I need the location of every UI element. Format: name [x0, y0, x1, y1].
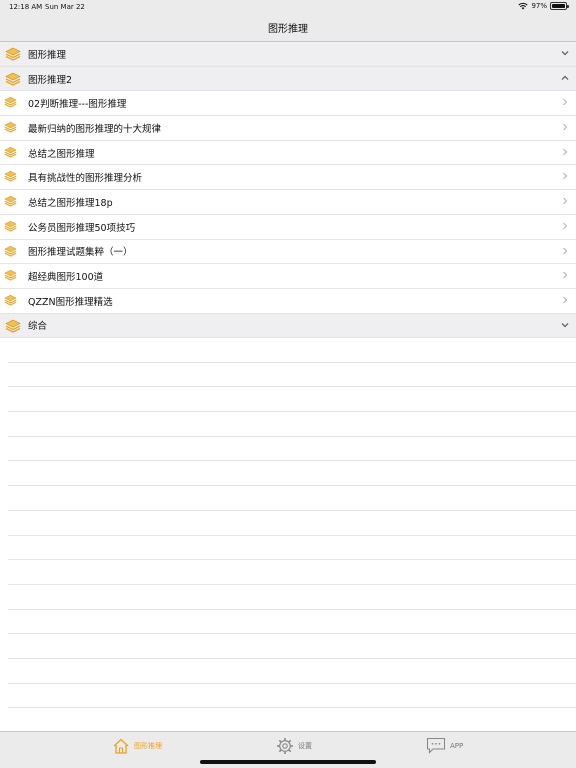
list-item[interactable]: 02判断推理---图形推理 [0, 91, 576, 117]
book-stack-icon [5, 72, 21, 86]
list-item[interactable]: 总结之图形推理18p [0, 190, 576, 215]
list-item-label: 总结之图形推理18p [28, 197, 113, 209]
tab-app[interactable]: APP [426, 737, 463, 754]
book-stack-icon [4, 270, 17, 281]
tab-graphic-reasoning[interactable]: 图形推理 [112, 737, 162, 755]
status-bar: 12:18 AM Sun Mar 22 97% [0, 0, 576, 14]
list-item-label: 超经典图形100道 [28, 272, 104, 284]
book-stack-icon [4, 171, 17, 183]
list-item[interactable]: QZZN图形推理精选 [0, 288, 576, 314]
book-stack-icon [4, 97, 17, 108]
book-stack-icon [4, 146, 17, 158]
tab-label: APP [450, 741, 464, 750]
home-indicator[interactable] [200, 760, 376, 764]
status-date: Sun Mar 22 [45, 3, 85, 11]
list-item[interactable]: 图形推理试题集粹（一） [0, 239, 576, 265]
book-stack-icon [4, 220, 17, 232]
status-right: 97% [518, 2, 569, 10]
section-header-graphic-reasoning[interactable]: 图形推理 [0, 42, 576, 67]
chevron-right-icon [563, 173, 568, 180]
chevron-right-icon [563, 296, 568, 304]
section-label: 图形推理2 [28, 74, 73, 86]
tab-label: 设置 [298, 742, 312, 750]
list-item[interactable]: 公务员图形推理50项技巧 [0, 214, 576, 240]
separator [8, 412, 576, 437]
list-item-label: 02判断推理---图形推理 [28, 99, 127, 111]
chevron-right-icon [563, 148, 568, 156]
book-stack-icon [4, 122, 17, 133]
book-stack-icon [4, 245, 17, 257]
separator [8, 338, 576, 363]
chevron-right-icon [563, 222, 568, 230]
chevron-right-icon [563, 247, 568, 254]
list-item-label: 总结之图形推理 [28, 148, 95, 160]
home-icon [113, 738, 129, 754]
chevron-right-icon [563, 123, 568, 131]
list-item-label: QZZN图形推理精选 [28, 296, 113, 308]
list-item[interactable]: 最新归纳的图形推理的十大规律 [0, 116, 576, 141]
book-stack-icon [4, 294, 17, 306]
list-item[interactable]: 具有挑战性的图形推理分析 [0, 165, 576, 191]
separator [8, 363, 576, 388]
list-item-label: 具有挑战性的图形推理分析 [28, 173, 143, 185]
gear-icon [277, 738, 293, 754]
section-header-comprehensive[interactable]: 综合 [0, 313, 576, 339]
list-item-label: 公务员图形推理50项技巧 [28, 222, 136, 234]
separator [8, 585, 576, 610]
separator [8, 610, 576, 635]
chevron-down-icon [561, 322, 569, 327]
chevron-right-icon [563, 271, 568, 279]
nav-bar: 图形推理 [0, 14, 576, 42]
list-item[interactable]: 总结之图形推理 [0, 140, 576, 166]
section-label: 综合 [28, 321, 48, 333]
section-label: 图形推理 [28, 49, 67, 61]
battery-icon [550, 2, 569, 10]
book-stack-icon [5, 47, 21, 61]
wifi-icon [518, 2, 529, 10]
page-title: 图形推理 [268, 24, 308, 35]
separator [8, 560, 576, 585]
separator [8, 536, 576, 561]
chevron-down-icon [561, 51, 569, 56]
status-time: 12:18 AM [9, 3, 43, 11]
list-item-label: 最新归纳的图形推理的十大规律 [28, 123, 162, 135]
separator [8, 486, 576, 511]
chevron-right-icon [563, 197, 568, 205]
book-stack-icon [5, 319, 21, 333]
separator [8, 511, 576, 536]
separator [8, 659, 576, 684]
empty-table-area [8, 338, 576, 709]
separator [8, 684, 576, 709]
section-header-graphic-reasoning-2[interactable]: 图形推理2 [0, 66, 576, 92]
separator [8, 437, 576, 462]
book-stack-icon [4, 196, 17, 207]
separator [8, 634, 576, 659]
list-item-label: 图形推理试题集粹（一） [28, 247, 133, 259]
tab-settings[interactable]: 设置 [276, 737, 312, 755]
tab-label: 图形推理 [134, 742, 162, 750]
list-item[interactable]: 超经典图形100道 [0, 264, 576, 289]
chevron-up-icon [561, 75, 569, 80]
battery-percent: 97% [531, 2, 547, 10]
chat-bubble-icon [426, 737, 446, 754]
document-list: 图形推理 图形推理2 02判断推理---图形推理 最新归纳的图形推理的十大规律 … [0, 42, 576, 339]
chevron-right-icon [563, 99, 568, 106]
separator [8, 461, 576, 487]
separator [8, 387, 576, 413]
